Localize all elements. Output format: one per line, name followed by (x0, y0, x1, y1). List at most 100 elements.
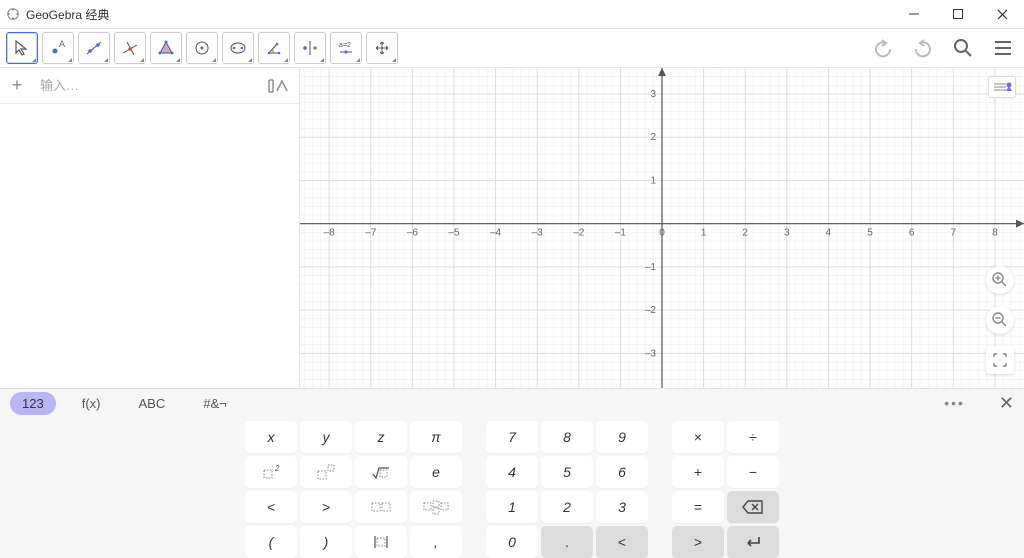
kb-tab-abc[interactable]: ABC (126, 392, 177, 415)
minimize-button[interactable] (892, 0, 936, 28)
key-,[interactable]: , (410, 526, 462, 558)
key-.[interactable]: . (541, 526, 593, 558)
svg-text:–2: –2 (645, 305, 657, 316)
svg-text:–2: –2 (573, 228, 585, 239)
svg-text:3: 3 (784, 228, 790, 239)
key-↵[interactable] (727, 526, 779, 558)
svg-text:–6: –6 (407, 228, 419, 239)
svg-text:–4: –4 (490, 228, 502, 239)
fullscreen-button[interactable] (986, 346, 1014, 374)
svg-text:–8: –8 (324, 228, 336, 239)
kb-tab-sym[interactable]: #&¬ (191, 392, 239, 415)
svg-text:0: 0 (659, 228, 665, 239)
key-□□[interactable] (355, 491, 407, 523)
svg-text:8: 8 (992, 228, 998, 239)
key-0[interactable]: 0 (486, 526, 538, 558)
key-√□[interactable] (355, 456, 407, 488)
svg-text:6: 6 (909, 228, 915, 239)
kb-close-button[interactable]: ✕ (999, 393, 1014, 414)
key-z[interactable]: z (355, 421, 407, 453)
tool-point[interactable]: A (42, 32, 74, 64)
graphics-view[interactable]: –8 –7 –6 –5 –4 –3 –2 –1 0 1 2 3 4 5 6 7 8 –3 –2 –1 1 2 3 (300, 68, 1024, 388)
key-+[interactable]: + (672, 456, 724, 488)
tool-slider[interactable]: a=2 (330, 32, 362, 64)
tool-circle[interactable] (186, 32, 218, 64)
tool-perpendicular[interactable] (114, 32, 146, 64)
tool-line[interactable] (78, 32, 110, 64)
virtual-keyboard: 123 f(x) ABC #&¬ ••• ✕ xyzπ789×÷2e456+−<… (0, 388, 1024, 558)
redo-button[interactable] (908, 33, 938, 63)
tool-reflect[interactable] (294, 32, 326, 64)
menu-button[interactable] (988, 33, 1018, 63)
key-6[interactable]: 6 (596, 456, 648, 488)
key-9[interactable]: 9 (596, 421, 648, 453)
key-×[interactable]: × (672, 421, 724, 453)
tool-angle[interactable] (258, 32, 290, 64)
key-|□|[interactable] (355, 526, 407, 558)
svg-text:1: 1 (701, 228, 707, 239)
tool-pan[interactable] (366, 32, 398, 64)
key-□^□[interactable] (300, 456, 352, 488)
key-<[interactable]: < (596, 526, 648, 558)
toolbar: A a=2 (0, 28, 1024, 68)
svg-text:3: 3 (650, 89, 656, 100)
zoom-in-button[interactable] (986, 266, 1014, 294)
algebra-input[interactable] (34, 74, 259, 97)
key-1[interactable]: 1 (486, 491, 538, 523)
key-=[interactable]: = (672, 491, 724, 523)
svg-text:1: 1 (650, 175, 656, 186)
svg-text:–7: –7 (365, 228, 377, 239)
key-2[interactable]: 2 (541, 491, 593, 523)
algebra-panel: + (0, 68, 300, 388)
svg-text:–3: –3 (645, 348, 657, 359)
key-<[interactable]: < (245, 491, 297, 523)
key-x[interactable]: x (245, 421, 297, 453)
key-÷[interactable]: ÷ (727, 421, 779, 453)
kb-more-button[interactable]: ••• (944, 395, 965, 411)
svg-text:–5: –5 (448, 228, 460, 239)
key-□□□[interactable] (410, 491, 462, 523)
key-e[interactable]: e (410, 456, 462, 488)
svg-text:a=2: a=2 (339, 42, 351, 49)
svg-text:5: 5 (867, 228, 873, 239)
maximize-button[interactable] (936, 0, 980, 28)
tool-polygon[interactable] (150, 32, 182, 64)
undo-button[interactable] (868, 33, 898, 63)
key->[interactable]: > (672, 526, 724, 558)
zoom-out-button[interactable] (986, 306, 1014, 334)
key-□²[interactable]: 2 (245, 456, 297, 488)
key-7[interactable]: 7 (486, 421, 538, 453)
svg-text:–1: –1 (645, 262, 657, 273)
tool-buttons: A a=2 (6, 32, 398, 64)
svg-text:2: 2 (274, 464, 280, 473)
kb-tab-fx[interactable]: f(x) (70, 392, 113, 415)
close-button[interactable] (980, 0, 1024, 28)
svg-text:2: 2 (742, 228, 748, 239)
key-−[interactable]: − (727, 456, 779, 488)
tool-move[interactable] (6, 32, 38, 64)
window-title: GeoGebra 经典 (26, 6, 109, 23)
key-)[interactable]: ) (300, 526, 352, 558)
key->[interactable]: > (300, 491, 352, 523)
titlebar: GeoGebra 经典 (0, 0, 1024, 28)
key-π[interactable]: π (410, 421, 462, 453)
key-⌫[interactable] (727, 491, 779, 523)
search-button[interactable] (948, 33, 978, 63)
key-([interactable]: ( (245, 526, 297, 558)
svg-text:–3: –3 (532, 228, 544, 239)
key-8[interactable]: 8 (541, 421, 593, 453)
svg-text:–1: –1 (615, 228, 627, 239)
key-y[interactable]: y (300, 421, 352, 453)
tool-ellipse[interactable] (222, 32, 254, 64)
key-4[interactable]: 4 (486, 456, 538, 488)
key-3[interactable]: 3 (596, 491, 648, 523)
add-input-button[interactable]: + (0, 75, 34, 96)
svg-text:7: 7 (950, 228, 956, 239)
key-5[interactable]: 5 (541, 456, 593, 488)
svg-text:4: 4 (826, 228, 832, 239)
kb-tab-123[interactable]: 123 (10, 392, 56, 415)
svg-text:2: 2 (650, 132, 656, 143)
svg-text:A: A (59, 39, 65, 49)
input-mode-toggle[interactable] (259, 78, 299, 94)
graphics-settings-button[interactable] (988, 76, 1016, 98)
